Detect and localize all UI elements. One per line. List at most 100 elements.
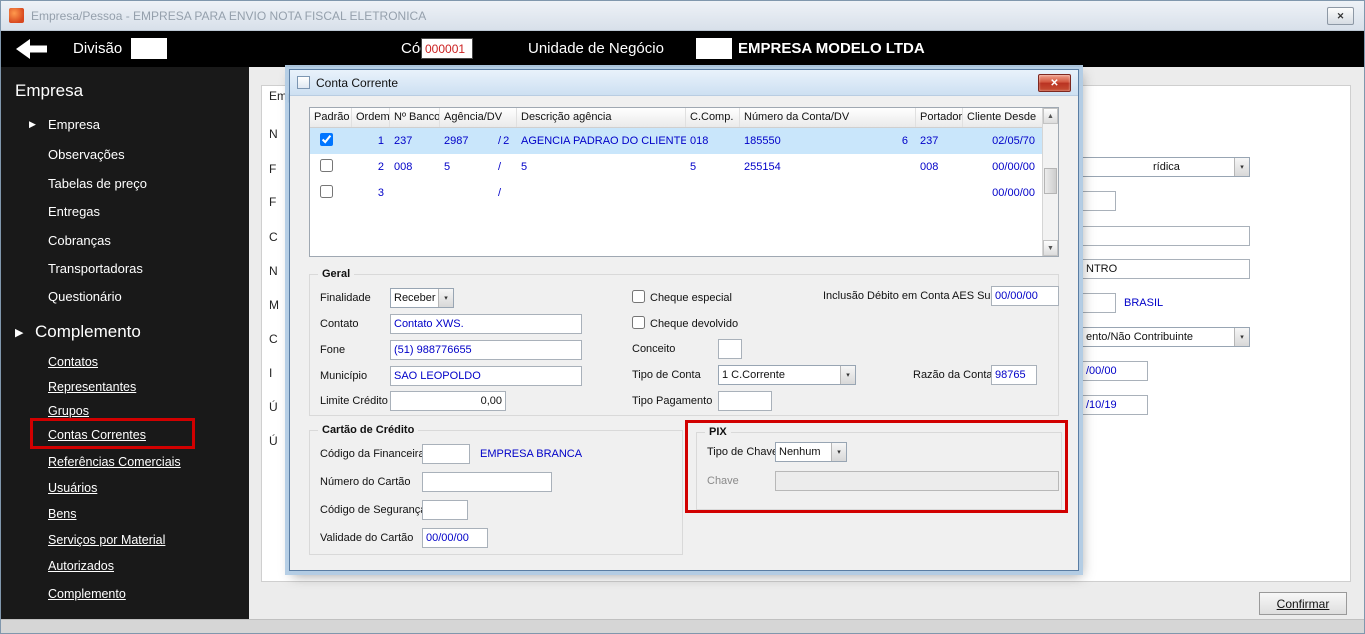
cell-conta: 255154 bbox=[740, 161, 916, 173]
table-row[interactable]: 2 008 5 / 5 5 255154 008 00/00/00 bbox=[310, 154, 1058, 180]
tipo-chave-value: Nenhum bbox=[779, 446, 821, 458]
column-header-ccomp[interactable]: C.Comp. bbox=[686, 108, 740, 127]
cartao-credito-groupbox: Cartão de Crédito Código da Financeira E… bbox=[309, 424, 683, 555]
geral-groupbox-title: Geral bbox=[318, 268, 355, 280]
bairro-input[interactable] bbox=[1082, 259, 1250, 279]
sidebar-link-autorizados[interactable]: Autorizados bbox=[48, 559, 114, 573]
unidade-negocio-input[interactable] bbox=[696, 38, 732, 59]
codigo-financeira-input[interactable] bbox=[422, 444, 470, 464]
cell-ordem: 2 bbox=[377, 161, 384, 173]
dialog-title: Conta Corrente bbox=[316, 75, 399, 90]
column-header-portador[interactable]: Portador bbox=[916, 108, 963, 127]
sidebar-item-empresa[interactable]: Empresa bbox=[48, 117, 100, 132]
table-row[interactable]: 3 / 00/00/00 bbox=[310, 180, 1058, 206]
data-input-1[interactable] bbox=[1082, 361, 1148, 381]
cheque-devolvido-checkbox[interactable] bbox=[632, 316, 645, 329]
column-header-descricao[interactable]: Descrição agência bbox=[517, 108, 686, 127]
tipo-conta-select[interactable]: 1 C.Corrente ▾ bbox=[718, 365, 856, 385]
pais-code-input[interactable] bbox=[1082, 293, 1116, 313]
back-button[interactable] bbox=[13, 35, 59, 63]
cell-conta: 185550 6 bbox=[740, 135, 916, 147]
window-titlebar: Empresa/Pessoa - EMPRESA PARA ENVIO NOTA… bbox=[1, 1, 1364, 31]
confirmar-button[interactable]: Confirmar bbox=[1259, 592, 1347, 615]
chave-input bbox=[775, 471, 1059, 491]
chevron-down-icon: ▾ bbox=[831, 443, 846, 461]
conta-corrente-dialog: Conta Corrente ✕ Padrão Ordem Nº Banco A… bbox=[289, 69, 1079, 571]
vertical-scrollbar[interactable]: ▲ ▼ bbox=[1042, 108, 1058, 256]
column-header-padrao[interactable]: Padrão bbox=[310, 108, 352, 127]
sidebar-item-transportadoras[interactable]: Transportadoras bbox=[48, 261, 143, 276]
form-small-input[interactable] bbox=[1082, 191, 1116, 211]
agencia-dv: 2 bbox=[503, 135, 510, 147]
empresa-nome-label: EMPRESA MODELO LTDA bbox=[738, 40, 925, 57]
sidebar-item-entregas[interactable]: Entregas bbox=[48, 204, 100, 219]
numero-cartao-input[interactable] bbox=[422, 472, 552, 492]
sidebar-link-grupos[interactable]: Grupos bbox=[48, 404, 89, 418]
scroll-down-icon[interactable]: ▼ bbox=[1043, 240, 1058, 256]
app-icon bbox=[9, 8, 24, 23]
contribuinte-select[interactable]: ento/Não Contribuinte ▾ bbox=[1082, 327, 1250, 347]
razao-conta-label: Razão da Conta bbox=[913, 369, 993, 381]
sidebar-link-representantes[interactable]: Representantes bbox=[48, 380, 136, 394]
cell-descricao: AGENCIA PADRAO DO CLIENTE bbox=[521, 135, 686, 147]
agencia-separator: / bbox=[498, 187, 502, 199]
window-close-button[interactable]: ✕ bbox=[1327, 7, 1354, 25]
column-header-conta[interactable]: Número da Conta/DV bbox=[740, 108, 916, 127]
codigo-seguranca-input[interactable] bbox=[422, 500, 468, 520]
divisao-input[interactable] bbox=[131, 38, 167, 59]
data-input-2[interactable] bbox=[1082, 395, 1148, 415]
sidebar-link-usuarios[interactable]: Usuários bbox=[48, 481, 97, 495]
validade-cartao-label: Validade do Cartão bbox=[320, 532, 414, 544]
tipo-conta-label: Tipo de Conta bbox=[632, 369, 701, 381]
inclusao-debito-input[interactable] bbox=[991, 286, 1059, 306]
form-text-input[interactable] bbox=[1082, 226, 1250, 246]
contato-input[interactable] bbox=[390, 314, 582, 334]
sidebar-link-bens[interactable]: Bens bbox=[48, 507, 77, 521]
sidebar-item-questionario[interactable]: Questionário bbox=[48, 289, 122, 304]
sidebar-item-observacoes[interactable]: Observações bbox=[48, 147, 125, 162]
chevron-down-icon: ▾ bbox=[1234, 158, 1249, 176]
cell-descricao: 5 bbox=[521, 161, 528, 173]
municipio-label: Município bbox=[320, 370, 368, 382]
dialog-close-button[interactable]: ✕ bbox=[1038, 74, 1071, 92]
padrao-checkbox[interactable] bbox=[320, 159, 333, 172]
fone-input[interactable] bbox=[390, 340, 582, 360]
table-row[interactable]: 1 237 2987 / 2 AGENCIA PADRAO DO CLIENTE… bbox=[310, 128, 1058, 154]
tipo-pessoa-select[interactable]: rídica ▾ bbox=[1082, 157, 1250, 177]
padrao-checkbox[interactable] bbox=[320, 185, 333, 198]
numero-cartao-label: Número do Cartão bbox=[320, 476, 411, 488]
conta-dv: 6 bbox=[901, 135, 908, 147]
financeira-nome-label: EMPRESA BRANCA bbox=[480, 448, 583, 460]
sidebar-link-contas-correntes[interactable]: Contas Correntes bbox=[48, 428, 146, 442]
cheque-especial-checkbox[interactable] bbox=[632, 290, 645, 303]
divisao-label: Divisão bbox=[73, 40, 123, 57]
agencia-numero: 5 bbox=[444, 161, 451, 173]
sidebar-link-contatos[interactable]: Contatos bbox=[48, 355, 98, 369]
column-header-agencia[interactable]: Agência/DV bbox=[440, 108, 517, 127]
sidebar-link-referencias-comerciais[interactable]: Referências Comerciais bbox=[48, 455, 181, 469]
sidebar-link-complemento[interactable]: Complemento bbox=[48, 587, 126, 601]
scroll-up-icon[interactable]: ▲ bbox=[1043, 108, 1058, 124]
razao-conta-input[interactable] bbox=[991, 365, 1037, 385]
pix-groupbox: PIX Tipo de Chave Nenhum ▾ Chave bbox=[696, 426, 1062, 510]
municipio-input[interactable] bbox=[390, 366, 582, 386]
column-header-ordem[interactable]: Ordem bbox=[352, 108, 390, 127]
sidebar-item-cobrancas[interactable]: Cobranças bbox=[48, 233, 111, 248]
scrollbar-thumb[interactable] bbox=[1044, 168, 1057, 194]
codigo-input[interactable] bbox=[421, 38, 473, 59]
limite-credito-input[interactable] bbox=[390, 391, 506, 411]
tipo-pagamento-input[interactable] bbox=[718, 391, 772, 411]
finalidade-select[interactable]: Receber ▾ bbox=[390, 288, 454, 308]
tipo-chave-select[interactable]: Nenhum ▾ bbox=[775, 442, 847, 462]
pix-groupbox-title: PIX bbox=[705, 426, 731, 438]
validade-cartao-input[interactable] bbox=[422, 528, 488, 548]
padrao-checkbox[interactable] bbox=[320, 133, 333, 146]
conceito-input[interactable] bbox=[718, 339, 742, 359]
column-header-banco[interactable]: Nº Banco bbox=[390, 108, 440, 127]
sidebar-link-servicos-por-material[interactable]: Serviços por Material bbox=[48, 533, 165, 547]
column-header-cliente-desde[interactable]: Cliente Desde bbox=[963, 108, 1040, 127]
sidebar-item-tabelas-de-preco[interactable]: Tabelas de preço bbox=[48, 176, 147, 191]
field-label-fragment: F bbox=[269, 162, 277, 176]
dialog-titlebar: Conta Corrente ✕ bbox=[290, 70, 1078, 96]
field-label-fragment: Ú bbox=[269, 434, 278, 448]
